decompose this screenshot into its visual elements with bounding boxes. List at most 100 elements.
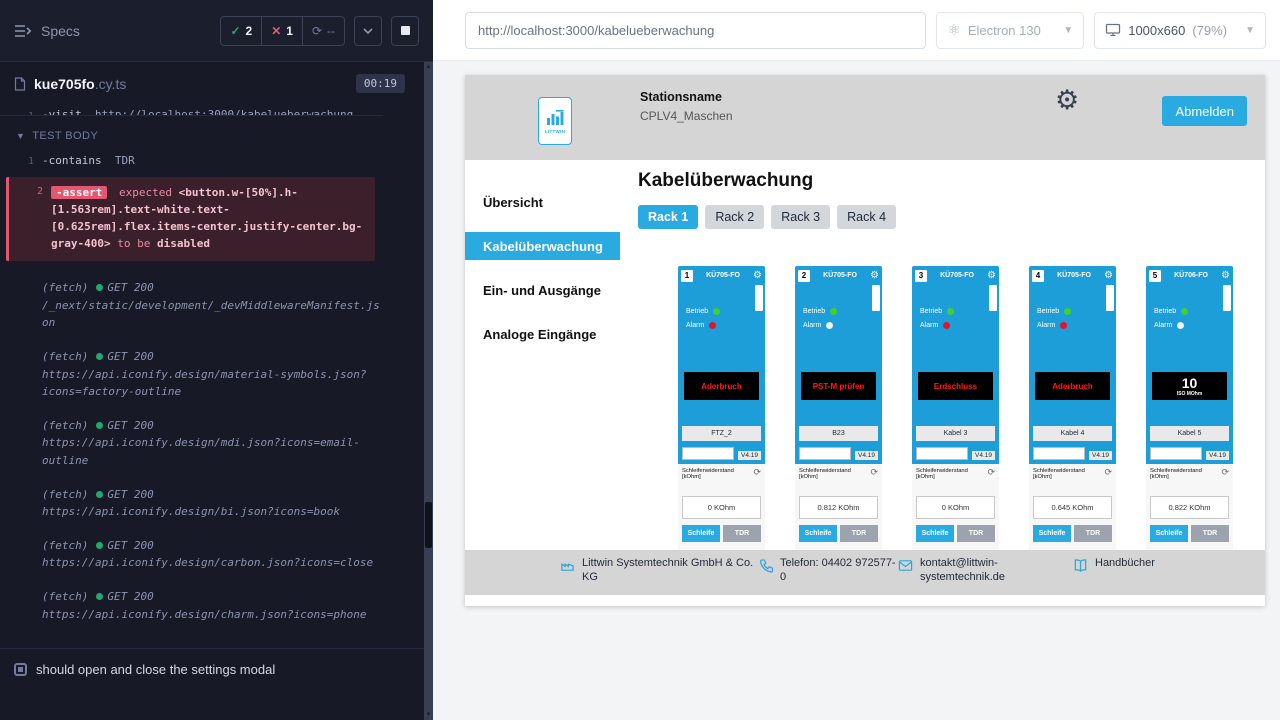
tab-rack-3[interactable]: Rack 3: [771, 205, 830, 229]
tdr-button[interactable]: TDR: [1074, 525, 1112, 542]
device-cards: 1 KÜ705-FO ⚙ Betrieb Alarm Aderbruch FTZ…: [678, 266, 1265, 550]
phone-icon: [758, 558, 773, 595]
nav-item-ein-und-ausgaenge[interactable]: Ein- und Ausgänge: [465, 276, 620, 304]
logout-button[interactable]: Abmelden: [1162, 96, 1247, 126]
card-gear-icon[interactable]: ⚙: [1104, 271, 1113, 281]
card-scrollbar[interactable]: [1106, 285, 1114, 311]
tab-rack-4[interactable]: Rack 4: [837, 205, 896, 229]
nav-item-kabelueberwachung[interactable]: Kabelüberwachung: [465, 232, 620, 260]
firmware-version: V4.19: [855, 451, 878, 460]
card-scrollbar[interactable]: [755, 285, 763, 311]
card-scrollbar[interactable]: [872, 285, 880, 311]
stat-pending[interactable]: ⟳ --: [303, 17, 344, 45]
scroll-down-icon[interactable]: ▼: [424, 712, 433, 718]
fetch-url: https://api.iconify.design/bi.json?icons…: [42, 503, 340, 521]
file-icon: [14, 77, 26, 91]
card-number: 5: [1149, 270, 1161, 282]
card-scrollbar[interactable]: [1223, 285, 1231, 311]
status-ok-dot: [96, 284, 103, 291]
littwin-logo: LITTWIN: [538, 97, 572, 145]
cable-name: FTZ_2: [682, 426, 761, 441]
fetch-log-row[interactable]: (fetch)GET 200 /_next/static/development…: [0, 271, 383, 340]
card-model: KÜ705-FO: [696, 272, 750, 279]
card-gear-icon[interactable]: ⚙: [753, 271, 762, 281]
fetch-log-row[interactable]: (fetch)GET 200 https://api.iconify.desig…: [0, 340, 383, 409]
cable-name-input[interactable]: [799, 447, 851, 460]
nav-item-analoge-eingaenge[interactable]: Analoge Eingänge: [465, 320, 620, 348]
tdr-button[interactable]: TDR: [723, 525, 761, 542]
assert-to-be: to be: [117, 237, 150, 250]
command-contains[interactable]: 1 contains TDR: [0, 150, 383, 171]
fetch-log-row[interactable]: (fetch)GET 200 https://api.iconify.desig…: [0, 529, 383, 580]
schleife-button[interactable]: Schleife: [682, 525, 720, 542]
betrieb-led: [1181, 308, 1188, 315]
scrollbar-thumb[interactable]: [425, 502, 432, 548]
footer-manuals-link[interactable]: Handbücher: [1073, 557, 1155, 595]
fetch-log-row[interactable]: (fetch)GET 200 https://api.iconify.desig…: [0, 409, 383, 478]
card-scrollbar[interactable]: [989, 285, 997, 311]
schleife-button[interactable]: Schleife: [799, 525, 837, 542]
cable-name-input[interactable]: [1033, 447, 1085, 460]
assert-state: disabled: [157, 237, 210, 250]
tdr-button[interactable]: TDR: [840, 525, 878, 542]
specs-list-icon[interactable]: [14, 24, 32, 38]
specs-label[interactable]: Specs: [41, 23, 80, 39]
card-gear-icon[interactable]: ⚙: [1221, 271, 1230, 281]
refresh-icon[interactable]: ⟳: [987, 468, 995, 477]
schleife-button[interactable]: Schleife: [916, 525, 954, 542]
stat-passed[interactable]: ✓ 2: [221, 17, 262, 45]
refresh-icon: ⟳: [312, 24, 322, 38]
settings-gear-icon[interactable]: ⚙: [1055, 87, 1079, 114]
card-gear-icon[interactable]: ⚙: [987, 271, 996, 281]
fetch-url: https://api.iconify.design/material-symb…: [42, 366, 383, 401]
command-assert-failed[interactable]: 2 assert expected <button.w-[50%].h-[1.5…: [6, 177, 375, 261]
tdr-button[interactable]: TDR: [1191, 525, 1229, 542]
firmware-version: V4.19: [1206, 451, 1229, 460]
viewport-select[interactable]: 1000x660 (79%) ▼: [1094, 12, 1266, 49]
betrieb-led: [713, 308, 720, 315]
tdr-button[interactable]: TDR: [957, 525, 995, 542]
browser-select[interactable]: ⚛ Electron 130 ▼: [936, 12, 1084, 49]
refresh-icon[interactable]: ⟳: [753, 468, 761, 477]
stat-failed[interactable]: ✕ 1: [262, 17, 303, 45]
app-under-test: LITTWIN Stationsname CPLV4_Maschen ⚙ Abm…: [465, 75, 1265, 606]
viewport-zoom: (79%): [1192, 23, 1227, 38]
device-card: 2 KÜ705-FO ⚙ Betrieb Alarm PST-M prüfen …: [795, 266, 882, 550]
footer-email[interactable]: kontakt@littwin-systemtechnik.de: [898, 557, 1073, 595]
schleife-button[interactable]: Schleife: [1033, 525, 1071, 542]
sidebar-nav: Übersicht Kabelüberwachung Ein- und Ausg…: [465, 160, 620, 550]
check-icon: ✓: [230, 24, 240, 38]
card-gear-icon[interactable]: ⚙: [870, 271, 879, 281]
card-model: KÜ706-FO: [1164, 272, 1218, 279]
cable-name-input[interactable]: [916, 447, 968, 460]
test-body-section[interactable]: ▼ TEST BODY: [0, 118, 383, 150]
stop-button[interactable]: [391, 16, 419, 46]
card-number: 3: [915, 270, 927, 282]
tab-rack-1[interactable]: Rack 1: [638, 205, 698, 229]
schleife-button[interactable]: Schleife: [1150, 525, 1188, 542]
browser-url-bar: http://localhost:3000/kabelueberwachung …: [433, 0, 1280, 61]
fetch-log-row[interactable]: (fetch)GET 200 https://api.iconify.desig…: [0, 478, 383, 529]
resistance-value: 0 KOhm: [916, 496, 995, 519]
status-message: PST-M prüfen: [801, 372, 876, 400]
cable-name-input[interactable]: [1150, 447, 1202, 460]
url-input[interactable]: http://localhost:3000/kabelueberwachung: [465, 12, 926, 49]
test-stats[interactable]: ✓ 2 ✕ 1 ⟳ --: [220, 16, 345, 46]
tab-rack-2[interactable]: Rack 2: [705, 205, 764, 229]
reporter-scrollbar[interactable]: ▲ ▼: [424, 62, 433, 720]
refresh-icon[interactable]: ⟳: [1221, 468, 1229, 477]
refresh-icon[interactable]: ⟳: [870, 468, 878, 477]
refresh-icon[interactable]: ⟳: [1104, 468, 1112, 477]
command-log: 1 visit http://localhost:3000/kabelueber…: [0, 101, 433, 631]
electron-icon: ⚛: [947, 21, 960, 39]
nav-item-uebersicht[interactable]: Übersicht: [465, 188, 620, 216]
scroll-up-icon[interactable]: ▲: [424, 64, 433, 70]
collapse-button[interactable]: [354, 16, 382, 46]
fetch-url: https://api.iconify.design/mdi.json?icon…: [42, 434, 383, 469]
next-test-row[interactable]: should open and close the settings modal: [0, 648, 424, 690]
fetch-log-row[interactable]: (fetch)GET 200 https://api.iconify.desig…: [0, 580, 383, 631]
card-model: KÜ705-FO: [930, 272, 984, 279]
cable-name-input[interactable]: [682, 447, 734, 460]
command-visit[interactable]: 1 visit http://localhost:3000/kabelueber…: [0, 101, 383, 116]
stop-icon: [401, 26, 410, 35]
